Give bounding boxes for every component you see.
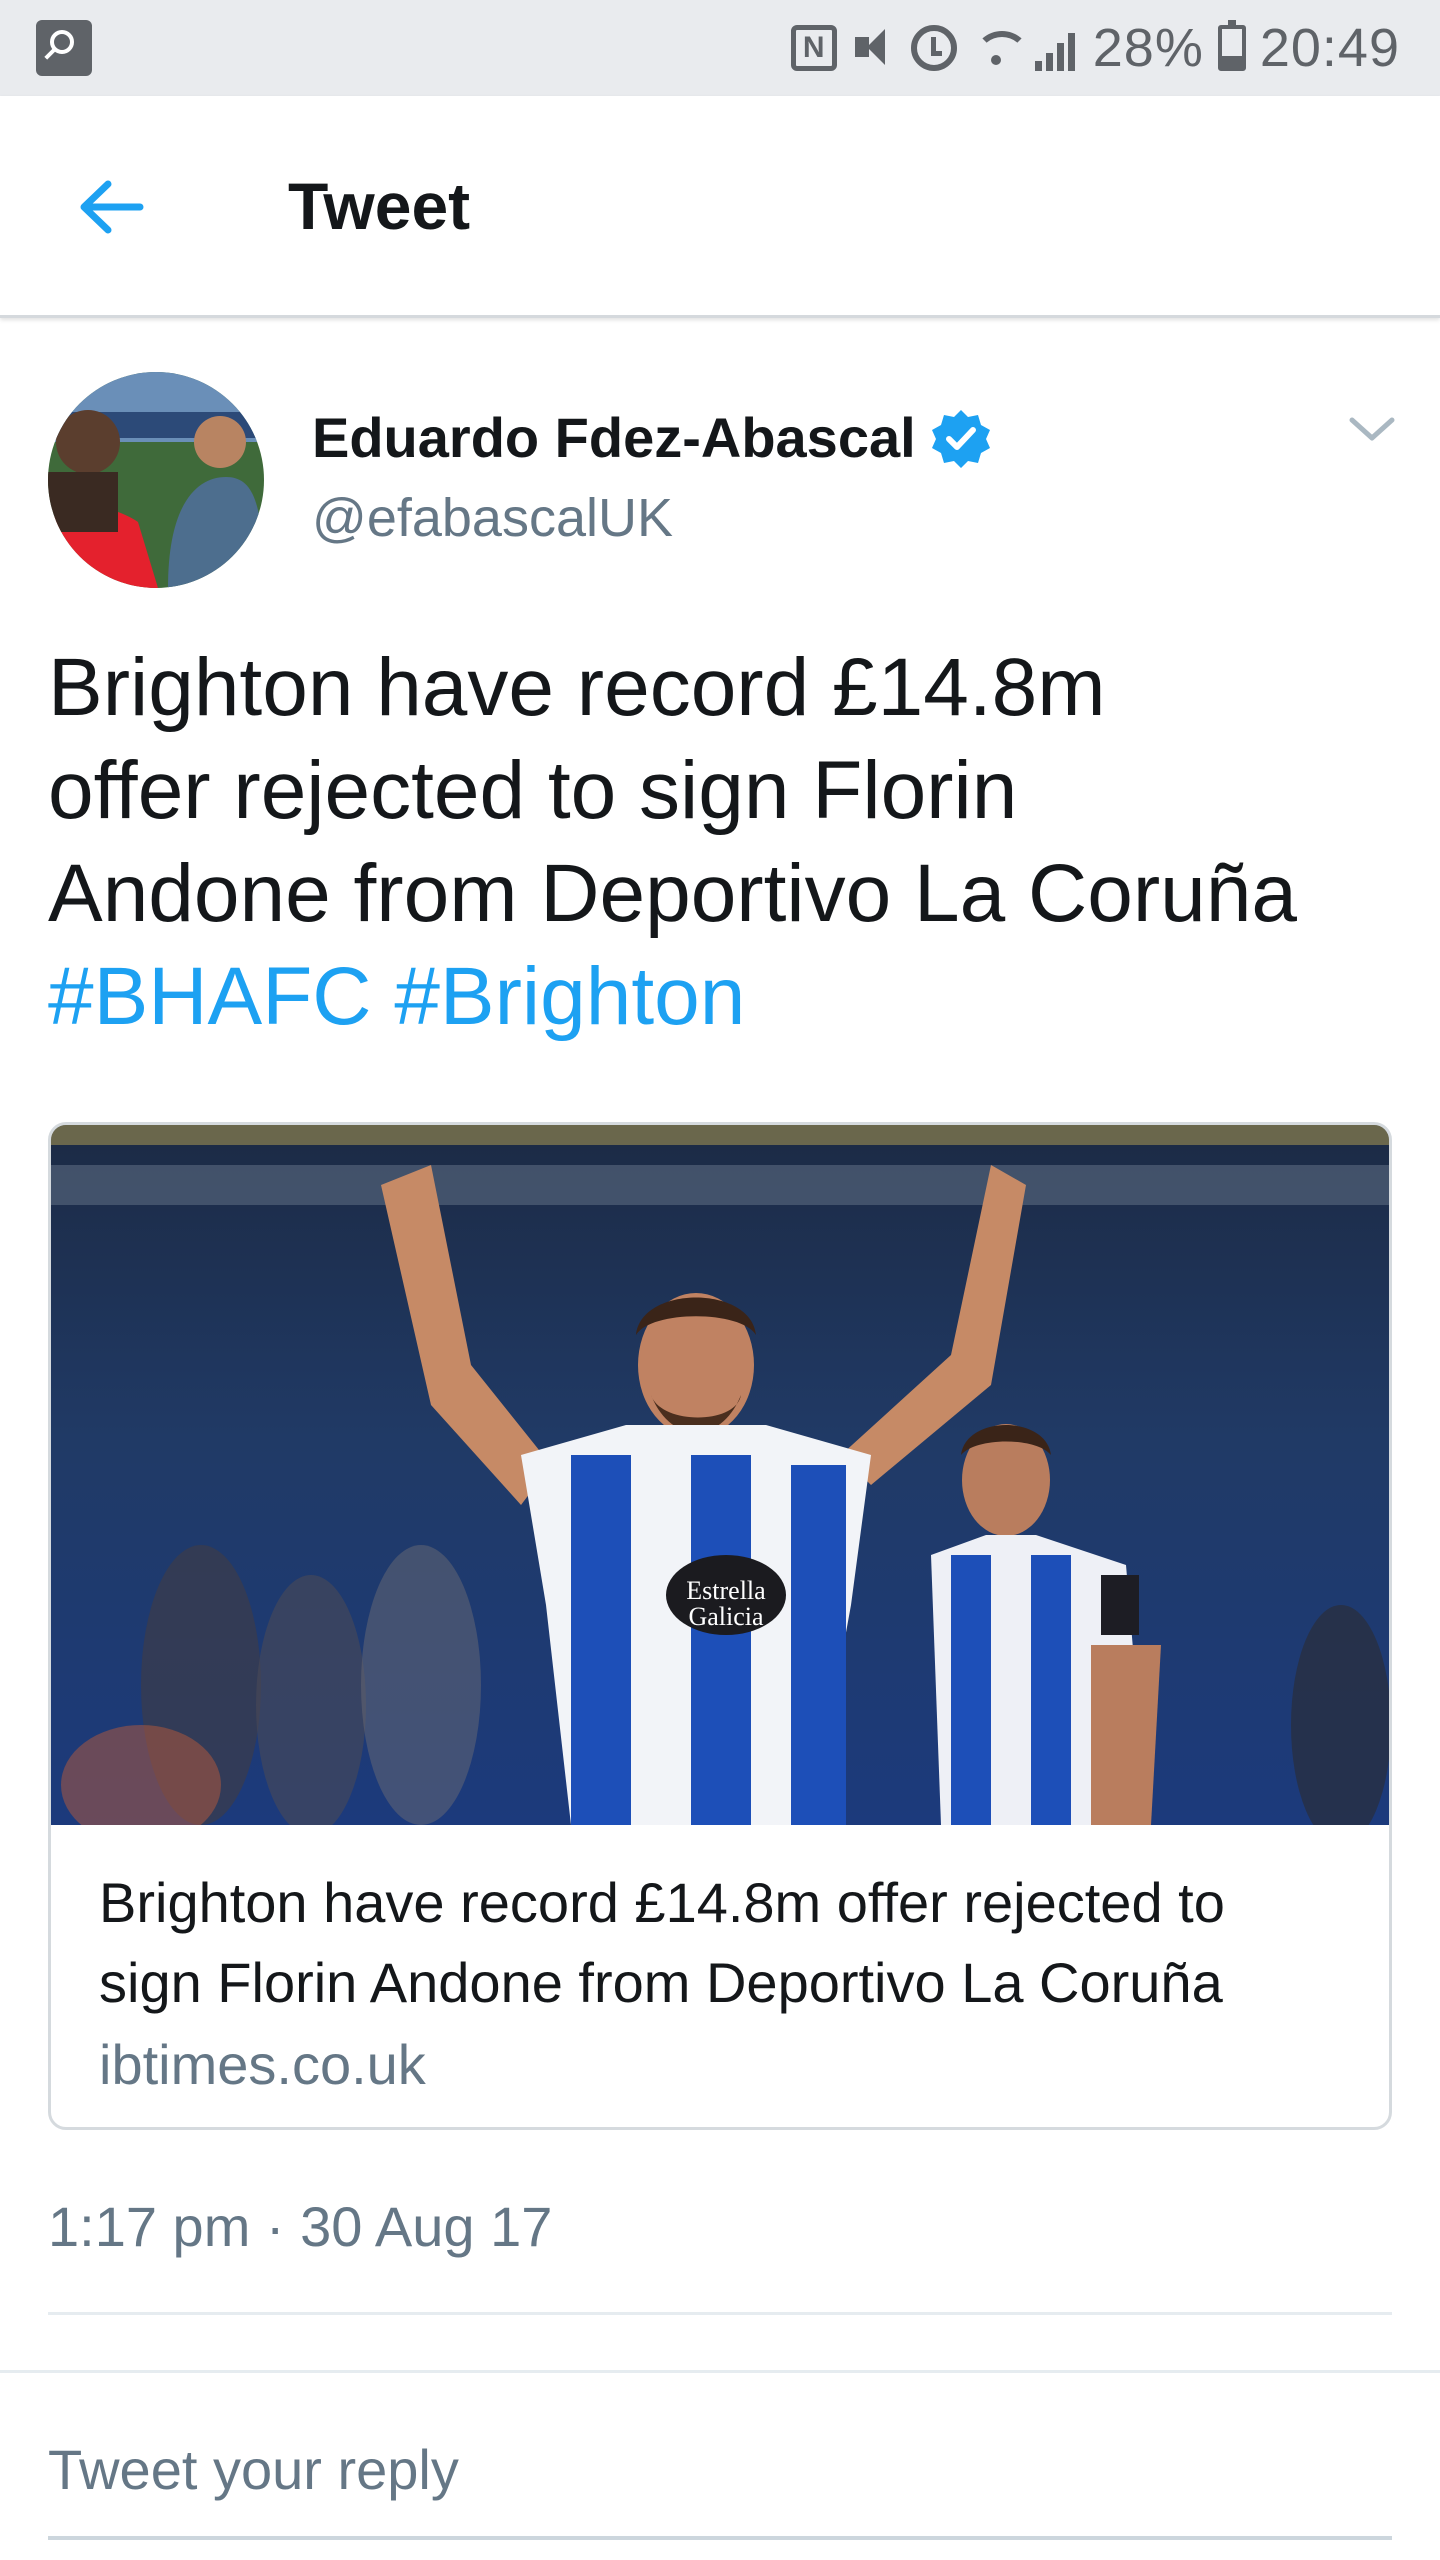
- card-image: Estrella Galicia: [51, 1125, 1389, 1825]
- tweet-text-line: offer rejected to sign Florin: [48, 745, 1018, 836]
- link-card[interactable]: Estrella Galicia Brighton have record £1…: [48, 1122, 1392, 2130]
- hashtag-link[interactable]: #Brighton: [394, 951, 745, 1042]
- search-notification-icon: [36, 20, 92, 76]
- author-name[interactable]: Eduardo Fdez-Abascal: [312, 405, 916, 471]
- battery-percent: 28%: [1092, 18, 1204, 78]
- divider: [48, 2312, 1392, 2315]
- reply-input[interactable]: Tweet your reply: [48, 2430, 1392, 2540]
- arrow-left-icon: [80, 180, 144, 234]
- hashtag-link[interactable]: #BHAFC: [48, 951, 372, 1042]
- battery-icon: [1217, 20, 1246, 71]
- mute-icon: [851, 25, 897, 71]
- nfc-icon: N: [790, 25, 837, 71]
- alarm-icon: [910, 25, 957, 71]
- tweet-timestamp: 1:17 pm · 30 Aug 17: [48, 2195, 553, 2258]
- author-handle[interactable]: @efabascalUK: [312, 486, 673, 550]
- card-domain: ibtimes.co.uk: [99, 2033, 426, 2096]
- svg-text:Estrella: Estrella: [686, 1576, 766, 1605]
- card-title: Brighton have record £14.8m offer reject…: [99, 1863, 1359, 2023]
- svg-text:Galicia: Galicia: [688, 1602, 764, 1631]
- app-bar: Tweet: [0, 96, 1440, 318]
- status-icons: N 28% 20:49: [790, 18, 1400, 78]
- chevron-down-icon[interactable]: [1346, 410, 1398, 450]
- tweet-text: Brighton have record £14.8m offer reject…: [48, 636, 1408, 1048]
- verified-badge-icon: [932, 410, 990, 468]
- card-title-line: sign Florin Andone from Deportivo La Cor…: [99, 1951, 1223, 2014]
- avatar[interactable]: [48, 372, 264, 588]
- hashtag-line: #BHAFC #Brighton: [48, 945, 1408, 1048]
- status-bar: N 28% 20:49: [0, 0, 1440, 96]
- clock: 20:49: [1259, 18, 1400, 78]
- wifi-icon: [971, 25, 1029, 71]
- tweet-text-line: Brighton have record £14.8m: [48, 642, 1106, 733]
- page-title: Tweet: [288, 169, 471, 243]
- back-button[interactable]: [70, 162, 160, 252]
- signal-icon: [1034, 25, 1079, 71]
- tweet-text-line: Andone from Deportivo La Coruña: [48, 848, 1297, 939]
- divider: [0, 2370, 1440, 2373]
- card-title-line: Brighton have record £14.8m offer reject…: [99, 1871, 1225, 1934]
